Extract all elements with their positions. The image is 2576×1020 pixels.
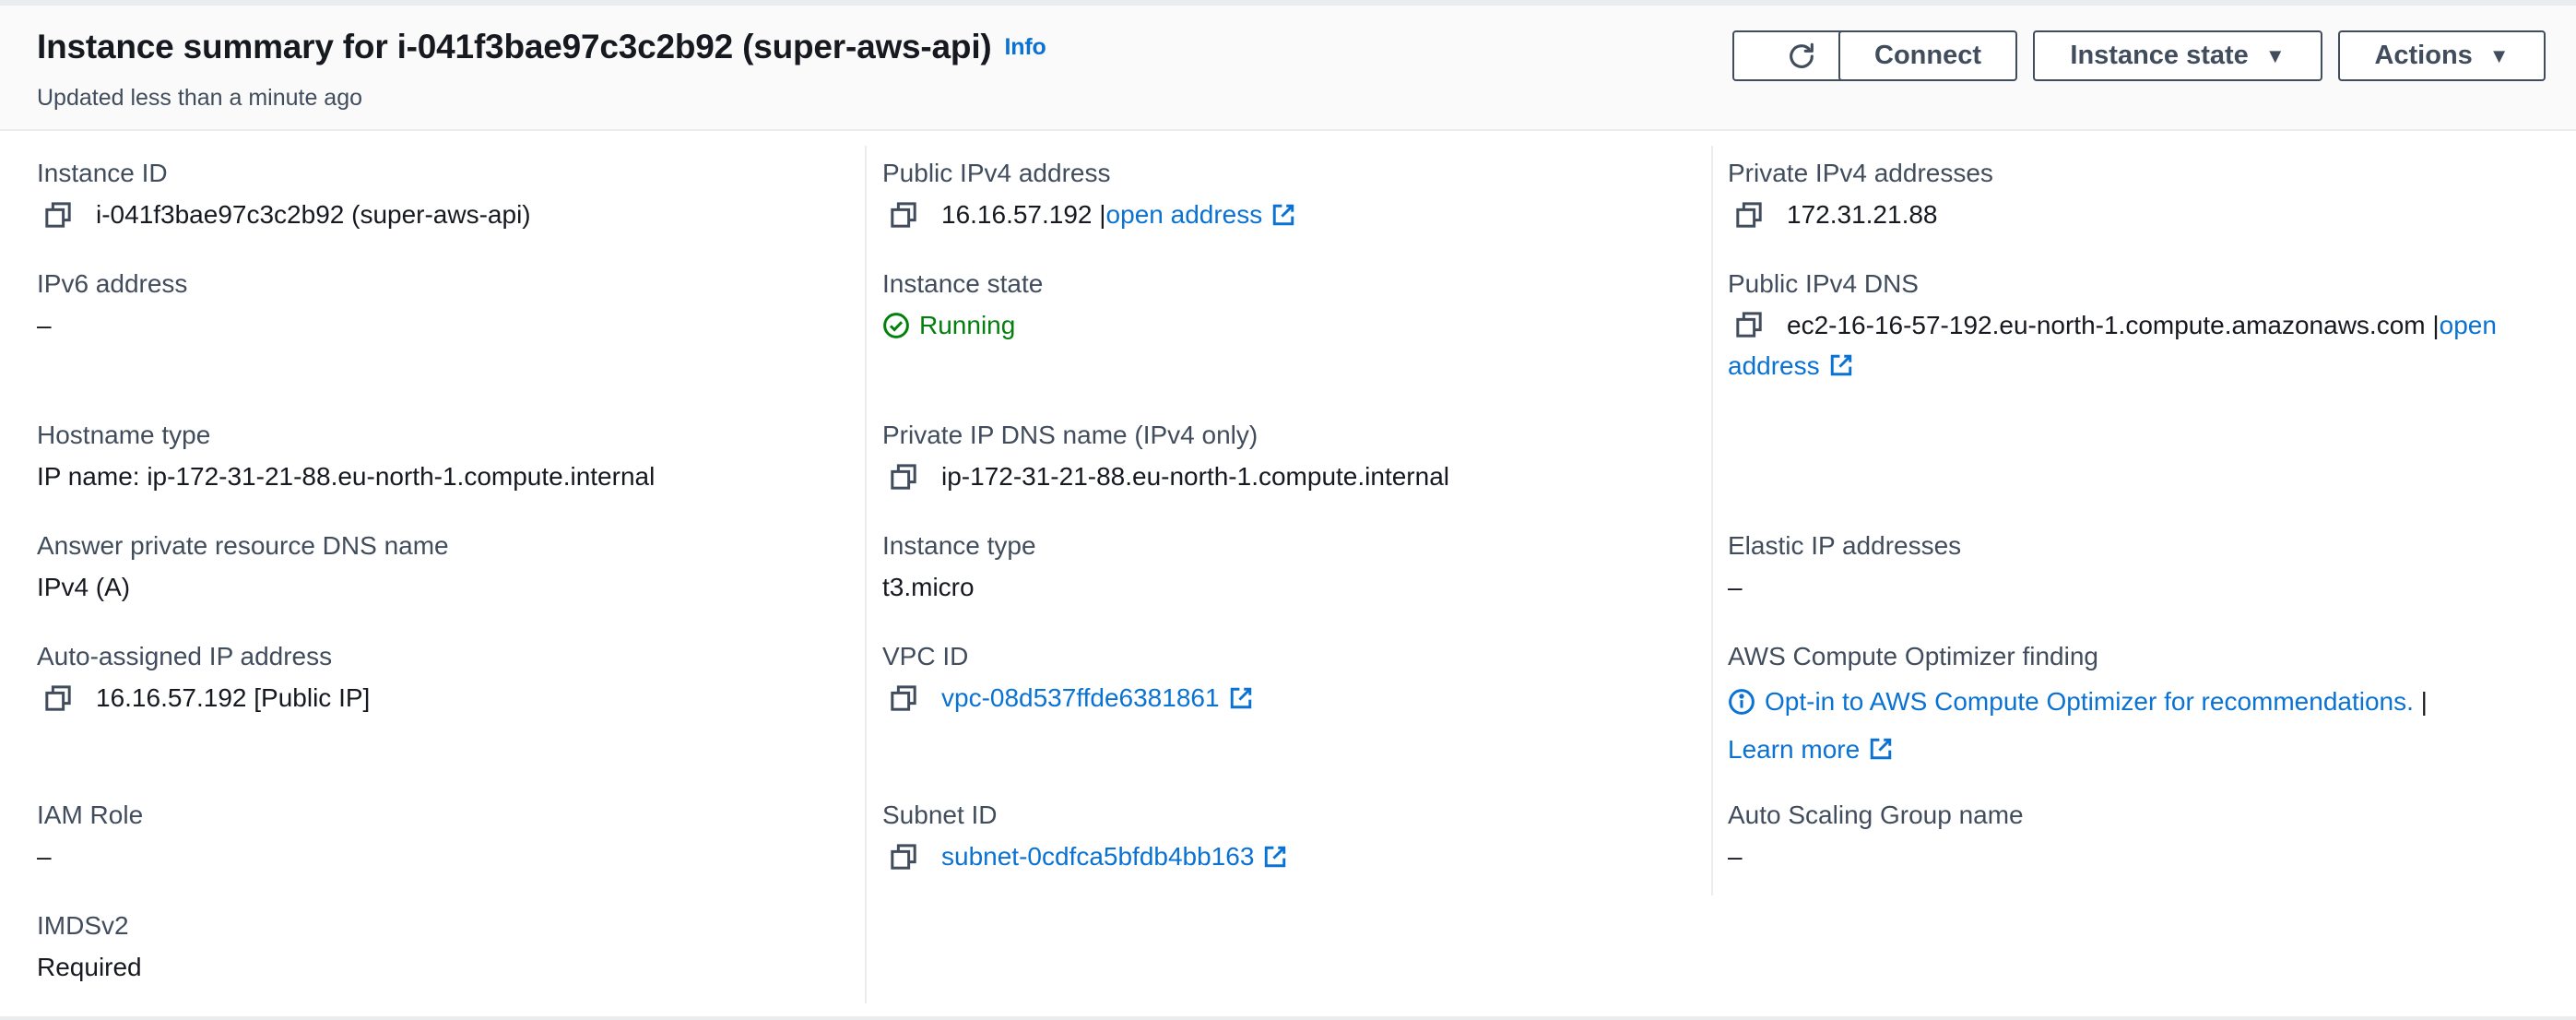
field-ipv6-address: IPv6 address – xyxy=(37,269,187,340)
field-public-ipv4-dns: Public IPv4 DNS ec2-16-16-57-192.eu-nort… xyxy=(1728,269,2539,386)
field-public-ipv4: Public IPv4 address 16.16.57.192 | open a… xyxy=(882,159,1295,230)
summary-header: Instance summary for i-041f3bae97c3c2b92… xyxy=(0,0,2576,131)
copy-icon[interactable] xyxy=(44,684,72,712)
field-label: Auto-assigned IP address xyxy=(37,642,333,670)
external-link-icon[interactable] xyxy=(1229,686,1253,710)
updated-subtitle: Updated less than a minute ago xyxy=(37,85,363,111)
iam-role-value: – xyxy=(37,842,52,871)
copy-icon[interactable] xyxy=(890,201,917,229)
field-label: VPC ID xyxy=(882,642,969,670)
field-label: Public IPv4 address xyxy=(882,159,1111,187)
connect-button-label: Connect xyxy=(1874,41,1981,70)
field-label: Elastic IP addresses xyxy=(1728,531,1962,560)
field-instance-id: Instance ID i-041f3bae97c3c2b92 (super-a… xyxy=(37,159,531,230)
external-link-icon[interactable] xyxy=(1271,203,1295,227)
field-private-ipv4: Private IPv4 addresses 172.31.21.88 xyxy=(1728,159,1993,230)
field-value: ip-172-31-21-88.eu-north-1.compute.inter… xyxy=(882,462,1449,492)
field-label: Private IP DNS name (IPv4 only) xyxy=(882,421,1258,449)
field-value: Running xyxy=(882,311,1043,340)
field-label: Instance state xyxy=(882,269,1044,298)
answer-dns-value: IPv4 (A) xyxy=(37,573,131,601)
copy-icon[interactable] xyxy=(44,201,72,229)
hostname-type-value: IP name: ip-172-31-21-88.eu-north-1.comp… xyxy=(37,462,656,491)
field-label: Answer private resource DNS name xyxy=(37,531,449,560)
ipv6-value: – xyxy=(37,311,52,339)
info-icon xyxy=(1729,689,1755,715)
elastic-ip-value: – xyxy=(1728,573,1743,601)
field-value: vpc-08d537ffde6381861 xyxy=(882,683,1253,713)
field-value: 16.16.57.192 [Public IP] xyxy=(37,683,370,713)
column-divider xyxy=(1711,146,1713,895)
subnet-id-link[interactable]: subnet-0cdfca5bfdb4bb163 xyxy=(941,842,1254,872)
field-label: IAM Role xyxy=(37,801,144,829)
check-circle-icon xyxy=(883,313,909,338)
field-iam-role: IAM Role – xyxy=(37,801,143,872)
connect-button[interactable]: Connect xyxy=(1838,30,2017,81)
field-imdsv2: IMDSv2 Required xyxy=(37,911,142,982)
copy-icon[interactable] xyxy=(890,843,917,871)
field-subnet-id: Subnet ID subnet-0cdfca5bfdb4bb163 xyxy=(882,801,1287,872)
field-hostname-type: Hostname type IP name: ip-172-31-21-88.e… xyxy=(37,421,655,492)
info-link[interactable]: Info xyxy=(1005,34,1046,60)
private-dns-value: ip-172-31-21-88.eu-north-1.compute.inter… xyxy=(941,462,1449,491)
private-ipv4-value: 172.31.21.88 xyxy=(1787,200,1938,229)
imdsv2-value: Required xyxy=(37,953,142,981)
field-auto-assigned-ip: Auto-assigned IP address 16.16.57.192 [P… xyxy=(37,642,370,713)
instance-id-value: i-041f3bae97c3c2b92 (super-aws-api) xyxy=(96,200,531,229)
field-instance-state: Instance state Running xyxy=(882,269,1043,340)
page-title-text: Instance summary for i-041f3bae97c3c2b92… xyxy=(37,28,992,65)
copy-icon[interactable] xyxy=(1735,201,1763,229)
field-elastic-ip: Elastic IP addresses – xyxy=(1728,531,1961,602)
learn-more-link[interactable]: Learn more xyxy=(1728,735,1860,764)
field-value: ec2-16-16-57-192.eu-north-1.compute.amaz… xyxy=(1728,305,2539,386)
field-label: Instance type xyxy=(882,531,1036,560)
field-value: 16.16.57.192 | open address xyxy=(882,200,1295,230)
vpc-id-link[interactable]: vpc-08d537ffde6381861 xyxy=(941,683,1220,713)
field-label: Private IPv4 addresses xyxy=(1728,159,1993,187)
field-label: Instance ID xyxy=(37,159,168,187)
field-vpc-id: VPC ID vpc-08d537ffde6381861 xyxy=(882,642,1253,713)
field-value: i-041f3bae97c3c2b92 (super-aws-api) xyxy=(37,200,531,230)
instance-state-dropdown[interactable]: Instance state ▼ xyxy=(2033,30,2322,81)
copy-icon[interactable] xyxy=(890,684,917,712)
field-label: Auto Scaling Group name xyxy=(1728,801,2024,829)
page-title: Instance summary for i-041f3bae97c3c2b92… xyxy=(37,28,1046,66)
copy-icon[interactable] xyxy=(1735,311,1763,338)
asg-value: – xyxy=(1728,842,1743,871)
field-value: Opt-in to AWS Compute Optimizer for reco… xyxy=(1728,678,2539,774)
field-label: IPv6 address xyxy=(37,269,188,298)
caret-down-icon: ▼ xyxy=(2264,43,2286,67)
actions-dropdown[interactable]: Actions ▼ xyxy=(2338,30,2546,81)
external-link-icon[interactable] xyxy=(1263,845,1287,869)
auto-ip-value: 16.16.57.192 [Public IP] xyxy=(96,683,371,712)
instance-state-value: Running xyxy=(919,311,1016,339)
field-answer-dns: Answer private resource DNS name IPv4 (A… xyxy=(37,531,449,602)
field-auto-scaling-group: Auto Scaling Group name – xyxy=(1728,801,2024,872)
field-instance-type: Instance type t3.micro xyxy=(882,531,1036,602)
copy-icon[interactable] xyxy=(890,463,917,491)
separator-text: | xyxy=(2413,687,2428,716)
field-label: IMDSv2 xyxy=(37,911,129,940)
field-label: Public IPv4 DNS xyxy=(1728,269,1919,298)
caret-down-icon: ▼ xyxy=(2488,43,2510,67)
bottom-divider xyxy=(0,1016,2576,1020)
field-value: subnet-0cdfca5bfdb4bb163 xyxy=(882,842,1287,872)
public-dns-value: ec2-16-16-57-192.eu-north-1.compute.amaz… xyxy=(1787,311,2440,339)
external-link-icon[interactable] xyxy=(1829,353,1853,377)
public-ipv4-value: 16.16.57.192 | xyxy=(941,200,1106,229)
open-address-link[interactable]: open address xyxy=(1106,200,1263,230)
field-value: 172.31.21.88 xyxy=(1728,200,1993,230)
instance-state-dropdown-label: Instance state xyxy=(2070,41,2249,70)
optimizer-opt-in-link[interactable]: Opt-in to AWS Compute Optimizer for reco… xyxy=(1765,687,2414,716)
field-label: AWS Compute Optimizer finding xyxy=(1728,642,2098,670)
refresh-icon xyxy=(1790,42,1814,68)
field-label: Subnet ID xyxy=(882,801,998,829)
field-private-ip-dns: Private IP DNS name (IPv4 only) ip-172-3… xyxy=(882,421,1449,492)
actions-dropdown-label: Actions xyxy=(2374,41,2473,70)
column-divider xyxy=(865,146,867,1003)
external-link-icon[interactable] xyxy=(1869,737,1893,761)
field-label: Hostname type xyxy=(37,421,211,449)
field-compute-optimizer: AWS Compute Optimizer finding Opt-in to … xyxy=(1728,642,2539,774)
instance-type-value: t3.micro xyxy=(882,573,975,601)
